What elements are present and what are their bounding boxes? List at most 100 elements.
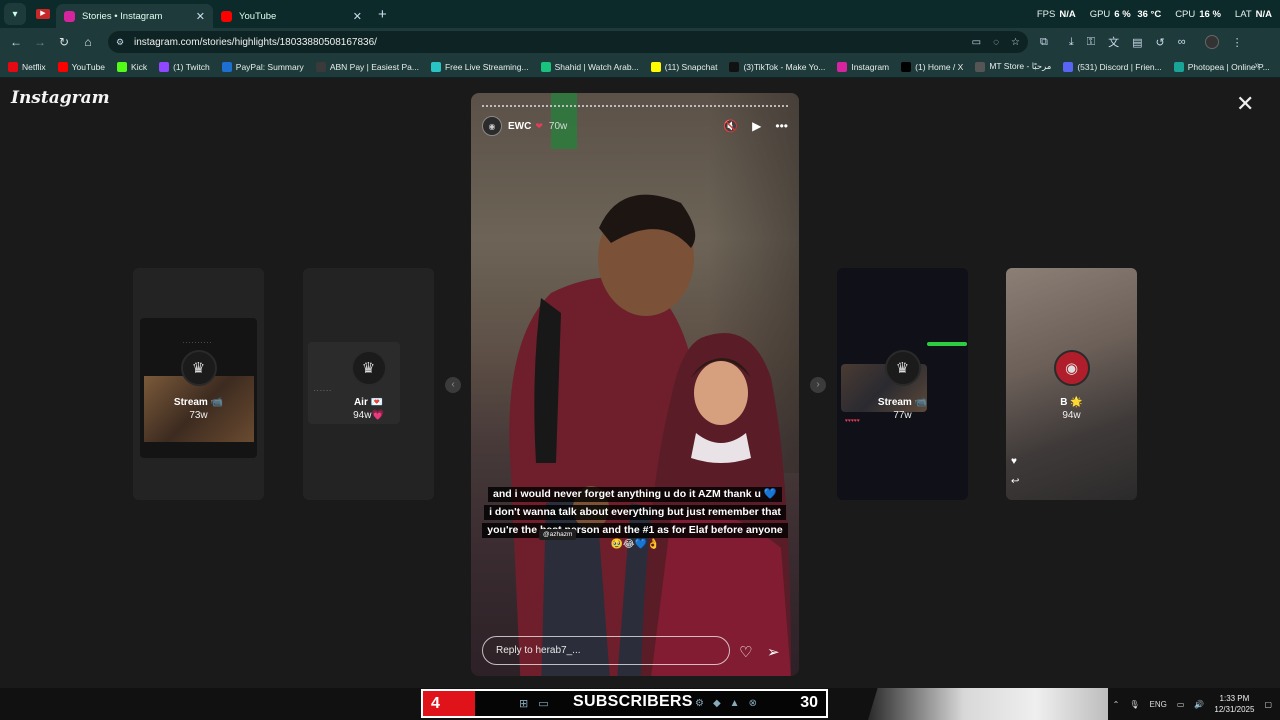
volume-icon[interactable]: 🔊 <box>1194 700 1204 709</box>
xbox-icon[interactable]: ⊗ <box>749 698 757 709</box>
link-icon[interactable]: ∞ <box>1178 36 1186 48</box>
side-story-card[interactable]: · · · · · · · · · · ♛ Stream 📹 73w <box>133 268 264 500</box>
bookmark-item[interactable]: (3)TikTok - Make Yo... <box>729 61 825 72</box>
next-story-icon[interactable]: › <box>810 377 826 393</box>
language-indicator[interactable]: ENG <box>1150 700 1167 709</box>
instagram-tab-icon <box>64 10 75 22</box>
notification-icon[interactable]: ▢ <box>1264 700 1272 709</box>
caption-line: and i would never forget anything u do i… <box>488 487 782 502</box>
bookmark-icon <box>901 61 912 72</box>
bookmark-icon <box>650 61 661 72</box>
side-story-card[interactable]: ◉ B 🌟 94w ♥ ↩ <box>1006 268 1137 500</box>
bookmark-label: YouTube <box>71 61 106 72</box>
windows-start-icon[interactable]: ⊞ <box>519 697 528 710</box>
bookmark-item[interactable]: Kick <box>117 61 147 72</box>
instagram-logo[interactable]: Instagram <box>11 88 110 108</box>
bookmark-item[interactable]: YouTube <box>57 61 106 72</box>
avatar: ◉ <box>1053 350 1090 386</box>
subscriber-label: SUBSCRIBERS <box>573 693 693 710</box>
mention-sticker[interactable]: @azhazm <box>539 529 577 540</box>
bookmark-item[interactable]: ABN Pay | Easiest Pa... <box>315 61 419 72</box>
story-header: ◉ EWC ❤ 70w 🔇 ▶ ••• <box>482 115 788 137</box>
bookmark-label: (1) Twitch <box>173 61 210 72</box>
wallet-icon[interactable]: ▤ <box>1132 36 1142 49</box>
home-icon[interactable]: ⌂ <box>76 35 100 49</box>
file-explorer-icon[interactable]: ▭ <box>538 697 548 710</box>
bookmark-item[interactable]: Netflix <box>8 61 46 72</box>
back-icon[interactable]: ← <box>4 35 28 49</box>
more-bookmarks-icon[interactable]: » <box>1254 60 1260 71</box>
bookmark-item[interactable]: (1) Twitch <box>159 61 210 72</box>
bookmark-item[interactable]: MT Store - مرحبًا <box>975 61 1051 72</box>
url-text: instagram.com/stories/highlights/1803388… <box>134 36 377 48</box>
close-tab-icon[interactable]: ✕ <box>353 10 362 23</box>
more-options-icon[interactable]: ••• <box>775 119 788 133</box>
side-story-card[interactable]: ♛ Stream 📹 77w ♥♥♥♥♥ <box>837 268 968 500</box>
bookmark-item[interactable]: Free Live Streaming... <box>430 61 529 72</box>
bookmark-label: (11) Snapchat <box>664 61 718 72</box>
close-icon[interactable]: ✕ <box>1236 93 1254 115</box>
mute-icon[interactable]: 🔇 <box>723 119 738 133</box>
site-info-icon[interactable]: ⚙ <box>116 37 128 48</box>
active-story[interactable]: ◉ EWC ❤ 70w 🔇 ▶ ••• and i would never fo… <box>471 93 799 676</box>
passwords-icon[interactable]: ⚿ <box>1087 36 1095 49</box>
cast-icon[interactable]: ▭ <box>972 37 981 48</box>
instagram-story-viewer: Instagram ✕ · · · · · · · · · · ♛ Stream… <box>0 79 1280 688</box>
bookmark-star-icon[interactable]: ☆ <box>1011 37 1020 48</box>
play-icon[interactable]: ▶ <box>752 119 761 133</box>
bookmark-icon <box>1063 61 1074 72</box>
browser-toolbar: ← → ↻ ⌂ ⚙ instagram.com/stories/highligh… <box>0 28 1280 56</box>
tab-title: YouTube <box>239 10 277 22</box>
tab-search-icon[interactable]: ▾ <box>4 3 26 25</box>
clock[interactable]: 1:33 PM 12/31/2025 <box>1214 693 1254 715</box>
bookmark-icon <box>1173 61 1184 72</box>
previous-story-icon[interactable]: ‹ <box>445 377 461 393</box>
side-story-card[interactable]: · · · · · · ♛ Air 💌 94w💗 <box>303 268 434 500</box>
settings-icon[interactable]: ⚙ <box>695 698 704 709</box>
side-story-age: 94w💗 <box>353 410 384 421</box>
bookmark-label: Instagram <box>851 61 890 72</box>
network-icon[interactable]: ▭ <box>1177 700 1185 709</box>
tab-instagram[interactable]: Stories • Instagram ✕ <box>56 4 213 28</box>
reply-input[interactable]: Reply to herab7_... <box>482 636 730 665</box>
microphone-icon[interactable]: 🎙 <box>1129 700 1139 709</box>
bookmark-item[interactable]: (11) Snapchat <box>650 61 718 72</box>
app-icon[interactable]: ▲ <box>730 698 740 709</box>
close-tab-icon[interactable]: ✕ <box>196 10 205 23</box>
send-icon[interactable]: ➢ <box>767 643 780 661</box>
story-timestamp: 70w <box>548 120 568 132</box>
bookmark-icon <box>57 61 68 72</box>
bookmark-item[interactable]: PayPal: Summary <box>221 61 304 72</box>
like-heart-icon[interactable]: ♡ <box>739 643 752 661</box>
avatar[interactable]: ◉ <box>482 116 502 136</box>
lat-readout: LAT N/A <box>1234 8 1272 20</box>
heart-icon: ♥ <box>1011 456 1017 467</box>
caption-line: you're the best person and the #1 as for… <box>482 523 788 538</box>
reload-icon[interactable]: ↻ <box>52 35 76 49</box>
new-tab-button[interactable]: + <box>378 6 387 23</box>
translate-icon[interactable]: 文 <box>1108 34 1119 50</box>
side-story-name: Air 💌 <box>353 397 384 408</box>
app-icon[interactable]: ◆ <box>713 698 721 709</box>
forward-icon[interactable]: → <box>28 35 52 49</box>
overlay-photo <box>868 688 1108 720</box>
pinned-tab[interactable]: ▶ <box>30 3 56 25</box>
address-bar[interactable]: ⚙ instagram.com/stories/highlights/18033… <box>108 31 1028 53</box>
menu-icon[interactable]: ⋮ <box>1232 36 1243 49</box>
profile-avatar[interactable] <box>1204 35 1219 49</box>
download-icon[interactable]: ⤓ <box>1069 36 1074 49</box>
bookmark-item[interactable]: (531) Discord | Frien... <box>1063 61 1162 72</box>
bookmark-item[interactable]: Shahid | Watch Arab... <box>540 61 639 72</box>
bookmark-icon <box>315 61 326 72</box>
story-username[interactable]: EWC <box>508 121 531 132</box>
extensions-icon[interactable]: ⧉ <box>1040 36 1048 49</box>
bookmark-item[interactable]: (1) Home / X <box>901 61 963 72</box>
bookmark-item[interactable]: Instagram <box>837 61 890 72</box>
side-story-name: B 🌟 <box>1060 397 1083 408</box>
story-thumbnail: · · · · · · · · · · <box>140 318 257 458</box>
story-caption: and i would never forget anything u do i… <box>471 484 799 550</box>
eye-off-icon[interactable]: ◌ <box>993 37 999 48</box>
tab-youtube[interactable]: YouTube ✕ <box>213 4 370 28</box>
history-icon[interactable]: ↺ <box>1156 36 1165 49</box>
tray-chevron-icon[interactable]: ⌃ <box>1113 700 1120 709</box>
